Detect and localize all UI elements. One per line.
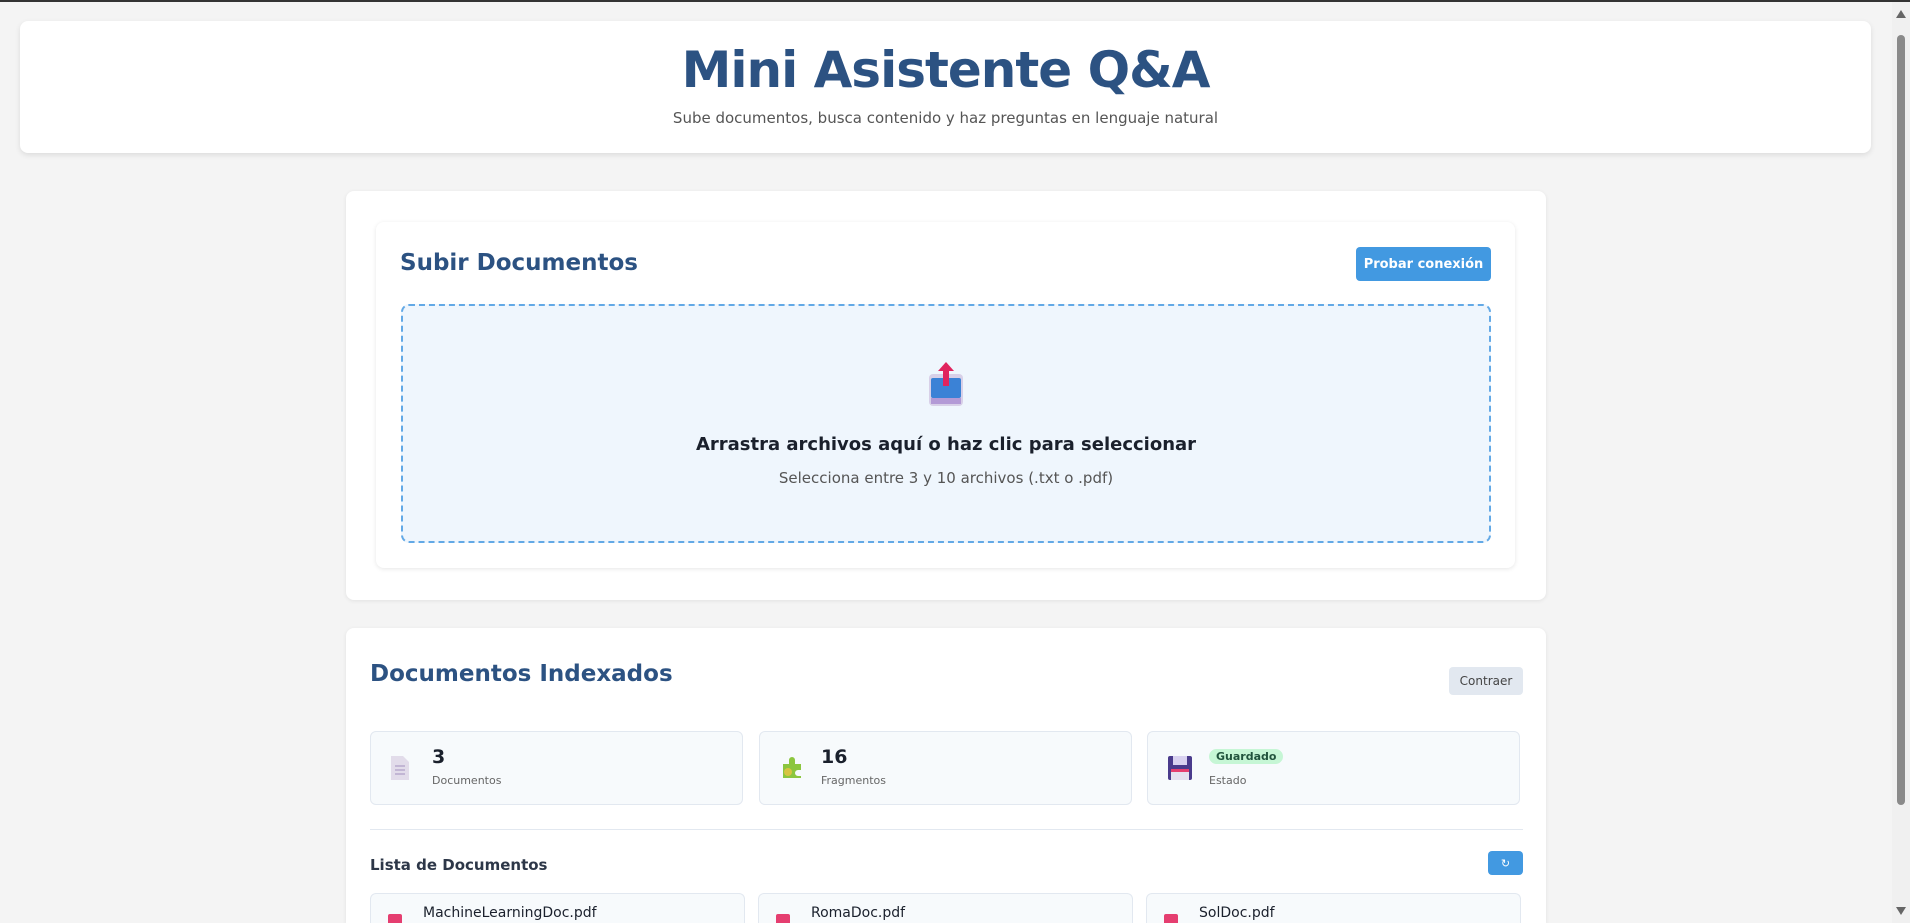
app-subtitle: Sube documentos, busca contenido y haz p… (672, 109, 1219, 127)
document-item[interactable]: MachineLearningDoc.pdf (370, 893, 745, 923)
stat-status: Guardado Estado (1147, 731, 1520, 805)
indexed-section: Documentos Indexados Contraer 3 Document… (346, 628, 1546, 923)
pdf-icon (1164, 914, 1178, 923)
test-connection-button[interactable]: Probar conexión (1356, 247, 1491, 281)
puzzle-icon (780, 756, 804, 784)
dropzone-title: Arrastra archivos aquí o haz clic para s… (695, 434, 1197, 455)
stat-value: 3 (432, 746, 446, 768)
document-list-title: Lista de Documentos (370, 856, 548, 874)
scrollbar-thumb[interactable] (1897, 35, 1905, 805)
stat-value: 16 (821, 746, 848, 768)
status-badge: Guardado (1209, 749, 1284, 764)
document-name: RomaDoc.pdf (811, 905, 906, 921)
refresh-icon: ↻ (1500, 857, 1511, 870)
stat-documents: 3 Documentos (370, 731, 743, 805)
inbox-upload-icon (926, 362, 966, 412)
stat-label: Fragmentos (821, 774, 887, 787)
pdf-icon (776, 914, 790, 923)
file-dropzone[interactable]: Arrastra archivos aquí o haz clic para s… (401, 304, 1491, 543)
divider (370, 829, 1523, 830)
scroll-down-arrow-icon[interactable] (1896, 907, 1906, 915)
dropzone-hint: Selecciona entre 3 y 10 archivos (.txt o… (778, 469, 1114, 487)
stat-label: Documentos (432, 774, 502, 787)
refresh-button[interactable]: ↻ (1488, 851, 1523, 875)
app-title: Mini Asistente Q&A (681, 41, 1211, 99)
document-icon (391, 756, 409, 784)
upload-title: Subir Documentos (400, 250, 638, 276)
stat-label: Estado (1209, 774, 1247, 787)
document-name: SolDoc.pdf (1199, 905, 1275, 921)
document-name: MachineLearningDoc.pdf (423, 905, 597, 921)
indexed-title: Documentos Indexados (370, 661, 673, 687)
upload-card: Subir Documentos Probar conexión Arrastr… (376, 222, 1515, 568)
document-item[interactable]: RomaDoc.pdf (758, 893, 1133, 923)
page-scrollbar[interactable] (1892, 2, 1910, 923)
collapse-button[interactable]: Contraer (1449, 667, 1523, 695)
app-header: Mini Asistente Q&A Sube documentos, busc… (20, 21, 1871, 153)
stat-fragments: 16 Fragmentos (759, 731, 1132, 805)
upload-section: Subir Documentos Probar conexión Arrastr… (346, 191, 1546, 600)
pdf-icon (388, 914, 402, 923)
document-item[interactable]: SolDoc.pdf (1146, 893, 1521, 923)
floppy-disk-icon (1168, 756, 1192, 784)
scroll-up-arrow-icon[interactable] (1896, 10, 1906, 18)
